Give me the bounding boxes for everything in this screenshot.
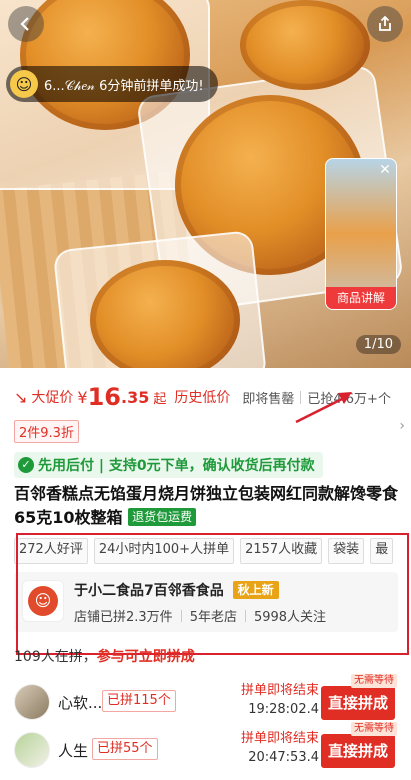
stat-chips: 272人好评 24小时内100+人拼单 2157人收藏 袋装 最 (14, 538, 394, 564)
product-image-carousel[interactable]: ☺ 6...𝒞𝒽𝑒𝓃 6分钟前拼单成功! ✕ 商品讲解 1/10 (0, 0, 411, 368)
group-countdown-time: 20:47:53.4 (248, 750, 319, 765)
store-logo: ☺ (22, 580, 64, 622)
image-counter: 1/10 (355, 335, 401, 354)
share-button[interactable] (367, 6, 403, 42)
history-low-label: 历史低价 (174, 390, 231, 406)
group-row: 人生 已拼55个 拼单即将结束 20:47:53.4 直接拼成 无需等待 (0, 722, 411, 772)
no-wait-tag: 无需等待 (351, 674, 397, 688)
product-title: 百邻香糕点无馅蛋月烧月饼独立包装网红同款解馋零食65克10枚整箱 退货包运费 (14, 482, 402, 530)
store-card[interactable]: ☺ 于小二食品7百邻香食品 秋上新 店铺已拼2.3万件 5年老店 5998人关注 (14, 572, 398, 632)
group-end-label: 拼单即将结束 (240, 731, 319, 746)
live-label: 商品讲解 (326, 287, 396, 309)
price-currency: ¥ (77, 387, 88, 407)
group-end-label: 拼单即将结束 (240, 683, 319, 698)
store-badge: 秋上新 (232, 581, 279, 599)
share-icon (379, 15, 391, 31)
multi-buy-discount[interactable]: 2件9.3折 (14, 420, 79, 443)
divider (180, 609, 182, 622)
group-countdown-time: 19:28:02.4 (248, 702, 319, 717)
join-group-button[interactable]: 直接拼成 (321, 734, 395, 768)
pay-later-text: 先用后付 | 支持0元下单，确认收货后再付款 (38, 458, 315, 474)
soon-soldout-label: 即将售罄 (242, 391, 295, 407)
store-sales: 店铺已拼2.3万件 (74, 610, 173, 625)
avatar (14, 684, 50, 720)
pay-later-banner[interactable]: ✓ 先用后付 | 支持0元下单，确认收货后再付款 (14, 452, 323, 478)
chip-group-count[interactable]: 24小时内100+人拼单 (93, 538, 235, 564)
group-user-name: 人生 (58, 742, 89, 760)
toast-avatar: ☺ (10, 70, 38, 98)
mooncake (240, 0, 370, 90)
join-group-line: 109人在拼，参与可立即拼成 (14, 646, 195, 666)
product-title-text: 百邻香糕点无馅蛋月烧月饼独立包装网红同款解馋零食65克10枚整箱 (14, 484, 399, 527)
chevron-left-icon (20, 17, 29, 31)
group-row: 心软... 已拼115个 拼单即将结束 19:28:02.4 直接拼成 无需等待 (0, 674, 411, 724)
join-group-button[interactable]: 直接拼成 (321, 686, 395, 720)
return-shipping-badge: 退货包运费 (128, 508, 197, 526)
store-name-row: 于小二食品7百邻香食品 秋上新 (74, 580, 279, 600)
product-explain-video[interactable]: ✕ 商品讲解 (325, 158, 397, 310)
group-count: 已拼115个 (102, 690, 176, 712)
chip-more[interactable]: 最 (370, 538, 394, 564)
close-icon[interactable]: ✕ (376, 161, 394, 179)
mooncake (90, 260, 240, 368)
group-countdown: 拼单即将结束 20:47:53.4 (241, 730, 319, 768)
annotation-arrow (295, 392, 352, 424)
back-button[interactable] (8, 6, 44, 42)
divider (244, 609, 246, 622)
join-count: 109人在拼， (14, 649, 97, 665)
store-age: 5年老店 (189, 610, 237, 625)
group-user-name: 心软... (58, 694, 103, 712)
promo-label: 大促价 (31, 390, 74, 406)
toast-text: 6...𝒞𝒽𝑒𝓃 6分钟前拼单成功! (44, 78, 204, 94)
group-count: 已拼55个 (92, 738, 158, 760)
chip-packaging[interactable]: 袋装 (328, 538, 365, 564)
no-wait-tag: 无需等待 (351, 722, 397, 736)
price-suffix: 起 (153, 391, 167, 407)
group-success-toast: ☺ 6...𝒞𝒽𝑒𝓃 6分钟前拼单成功! (6, 66, 218, 102)
price-decimal: .35 (121, 387, 150, 407)
store-meta: 店铺已拼2.3万件 5年老店 5998人关注 (74, 606, 326, 625)
store-followers: 5998人关注 (253, 610, 327, 625)
group-countdown: 拼单即将结束 19:28:02.4 (241, 682, 319, 720)
trend-down-icon: ↘ (14, 387, 28, 407)
avatar (14, 732, 50, 768)
check-icon: ✓ (18, 457, 34, 473)
store-name: 于小二食品7百邻香食品 (74, 583, 224, 599)
join-cta: 参与可立即拼成 (96, 649, 195, 665)
chip-favorites[interactable]: 2157人收藏 (240, 538, 323, 564)
chip-reviews[interactable]: 272人好评 (14, 538, 88, 564)
price-integer: 16 (87, 383, 121, 411)
store-logo-mascot-icon: ☺ (28, 586, 58, 616)
chevron-right-icon[interactable]: › (399, 418, 405, 434)
